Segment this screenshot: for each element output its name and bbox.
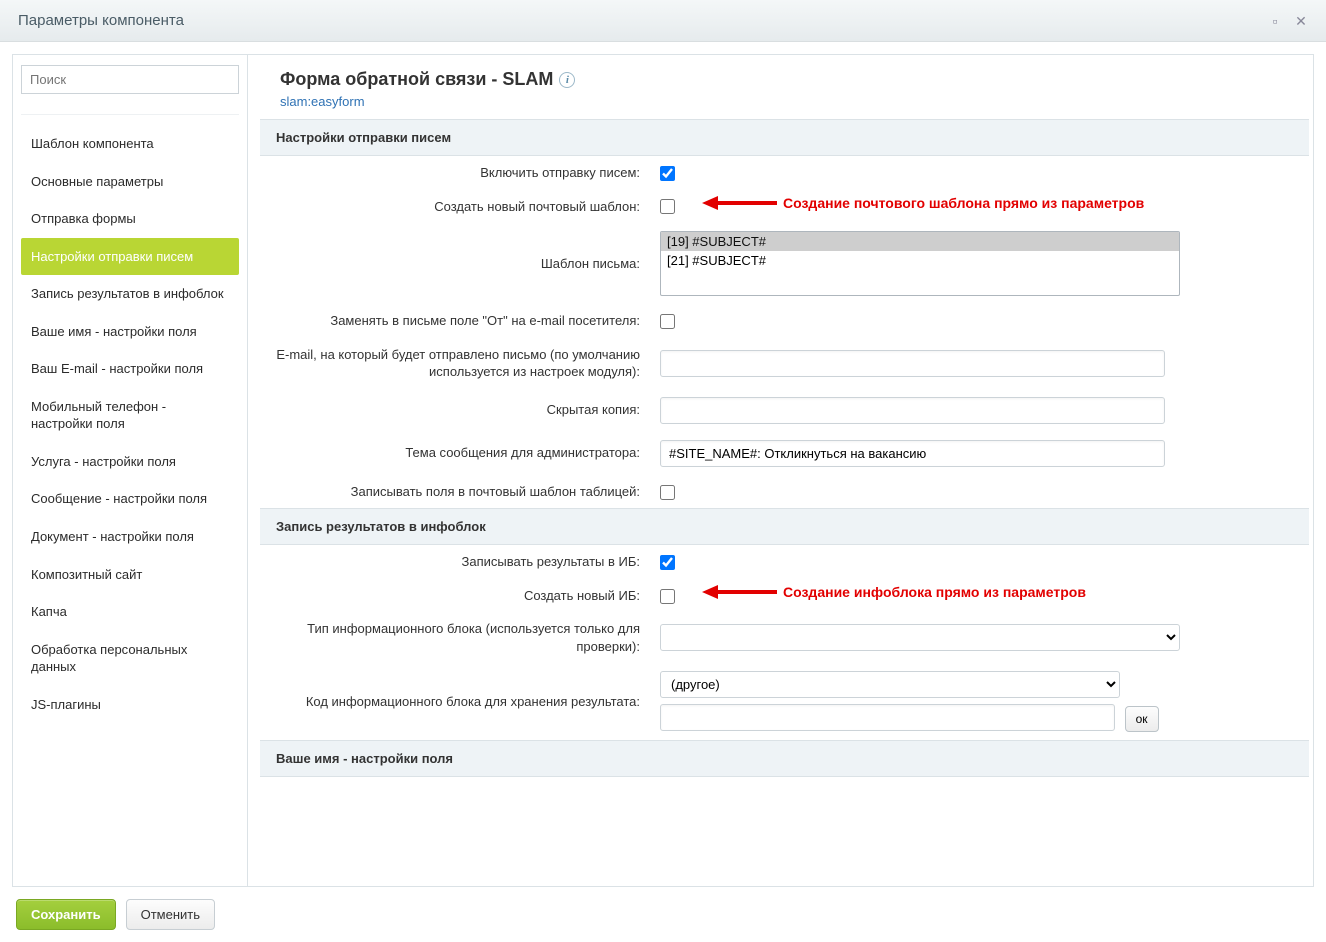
label-create-ib: Создать новый ИБ: <box>260 579 650 613</box>
checkbox-enable-send[interactable] <box>660 166 675 181</box>
dialog-titlebar: Параметры компонента ▫ ✕ <box>0 0 1326 42</box>
sidebar-item[interactable]: Сообщение - настройки поля <box>21 480 239 518</box>
sidebar-item[interactable]: Ваше имя - настройки поля <box>21 313 239 351</box>
label-admin-subject: Тема сообщения для администратора: <box>260 432 650 475</box>
label-ib-type: Тип информационного блока (используется … <box>260 612 650 663</box>
sidebar-item[interactable]: Шаблон компонента <box>21 125 239 163</box>
label-email-to: E-mail, на который будет отправлено пись… <box>260 338 650 389</box>
label-enable-send: Включить отправку писем: <box>260 156 650 190</box>
settings-scroll-area[interactable]: Настройки отправки писем Включить отправ… <box>260 119 1313 886</box>
checkbox-write-ib[interactable] <box>660 555 675 570</box>
sidebar-item[interactable]: Мобильный телефон - настройки поля <box>21 388 239 443</box>
input-admin-subject[interactable] <box>660 440 1165 467</box>
label-replace-from: Заменять в письме поле "От" на e-mail по… <box>260 304 650 338</box>
component-code: slam:easyform <box>280 94 1293 109</box>
checkbox-create-mail-template[interactable] <box>660 199 675 214</box>
input-ib-code[interactable] <box>660 704 1115 731</box>
section-mail-settings: Настройки отправки писем <box>260 119 1309 156</box>
annotation-new-iblock-text: Создание инфоблока прямо из параметров <box>783 584 1086 600</box>
close-icon[interactable]: ✕ <box>1294 14 1308 28</box>
label-ib-code: Код информационного блока для хранения р… <box>260 663 650 740</box>
save-button[interactable]: Сохранить <box>16 899 116 930</box>
sidebar-item[interactable]: Обработка персональных данных <box>21 631 239 686</box>
input-bcc[interactable] <box>660 397 1165 424</box>
component-title: Форма обратной связи - SLAM <box>280 69 553 90</box>
annotation-mail-template-text: Создание почтового шаблона прямо из пара… <box>783 195 1144 211</box>
annotation-mail-template: Создание почтового шаблона прямо из пара… <box>702 194 1144 212</box>
section-iblock: Запись результатов в инфоблок <box>260 508 1309 545</box>
sidebar-item[interactable]: Настройки отправки писем <box>21 238 239 276</box>
label-bcc: Скрытая копия: <box>260 389 650 432</box>
sidebar-item[interactable]: Отправка формы <box>21 200 239 238</box>
ok-button[interactable]: ок <box>1125 706 1159 732</box>
section-name-field: Ваше имя - настройки поля <box>260 740 1309 777</box>
sidebar: Шаблон компонентаОсновные параметрыОтпра… <box>13 55 248 886</box>
label-write-table: Записывать поля в почтовый шаблон таблиц… <box>260 475 650 509</box>
sidebar-item[interactable]: JS-плагины <box>21 686 239 724</box>
select-ib-type[interactable] <box>660 624 1180 651</box>
dialog-title: Параметры компонента <box>18 12 184 29</box>
annotation-new-iblock: Создание инфоблока прямо из параметров <box>702 583 1086 601</box>
maximize-icon[interactable]: ▫ <box>1268 14 1282 28</box>
input-email-to[interactable] <box>660 350 1165 377</box>
sidebar-item[interactable]: Композитный сайт <box>21 556 239 594</box>
sidebar-item[interactable]: Запись результатов в инфоблок <box>21 275 239 313</box>
sidebar-separator <box>21 114 239 115</box>
search-input[interactable] <box>21 65 239 94</box>
checkbox-create-ib[interactable] <box>660 589 675 604</box>
label-mail-template: Шаблон письма: <box>260 223 650 304</box>
sidebar-item[interactable]: Основные параметры <box>21 163 239 201</box>
select-ib-code[interactable]: (другое) <box>660 671 1120 698</box>
checkbox-replace-from[interactable] <box>660 314 675 329</box>
sidebar-item[interactable]: Капча <box>21 593 239 631</box>
sidebar-item[interactable]: Услуга - настройки поля <box>21 443 239 481</box>
label-create-mail-template: Создать новый почтовый шаблон: <box>260 190 650 224</box>
select-mail-template[interactable]: [19] #SUBJECT#[21] #SUBJECT# <box>660 231 1180 296</box>
sidebar-item[interactable]: Ваш E-mail - настройки поля <box>21 350 239 388</box>
sidebar-item[interactable]: Документ - настройки поля <box>21 518 239 556</box>
label-write-ib: Записывать результаты в ИБ: <box>260 545 650 579</box>
checkbox-write-table[interactable] <box>660 485 675 500</box>
info-icon[interactable]: i <box>559 72 575 88</box>
cancel-button[interactable]: Отменить <box>126 899 215 930</box>
